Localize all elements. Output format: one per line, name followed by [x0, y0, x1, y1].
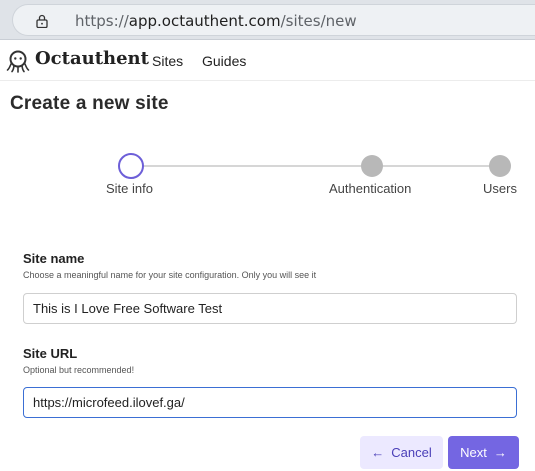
step-dot-site-info[interactable] — [118, 153, 144, 179]
url-host: app.octauthent.com — [128, 12, 281, 30]
browser-toolbar: https://app.octauthent.com/sites/new — [0, 0, 535, 40]
arrow-left-icon: ← — [371, 445, 385, 460]
site-url-help: Optional but recommended! — [23, 365, 135, 375]
stepper-connector — [372, 165, 500, 167]
step-dot-authentication[interactable] — [361, 155, 383, 177]
url-text[interactable]: https://app.octauthent.com/sites/new — [75, 12, 357, 30]
lock-icon — [36, 14, 48, 28]
step-label-authentication: Authentication — [329, 181, 412, 196]
site-name-label: Site name — [23, 251, 85, 266]
stepper-connector — [131, 165, 371, 167]
brand-name[interactable]: Octauthent — [35, 48, 149, 69]
cancel-button-label: Cancel — [391, 445, 432, 460]
nav-guides[interactable]: Guides — [202, 53, 246, 69]
address-bar[interactable]: https://app.octauthent.com/sites/new — [12, 4, 535, 36]
arrow-right-icon: → — [493, 445, 507, 460]
site-name-input[interactable] — [23, 293, 517, 324]
next-button-label: Next — [460, 445, 487, 460]
step-label-site-info: Site info — [106, 181, 153, 196]
step-dot-users[interactable] — [489, 155, 511, 177]
page-title: Create a new site — [10, 93, 169, 114]
octopus-logo-icon[interactable] — [6, 49, 30, 73]
next-button[interactable]: Next → — [448, 436, 519, 469]
url-scheme: https:// — [75, 12, 129, 30]
url-path: /sites/new — [280, 12, 357, 30]
site-url-input[interactable] — [23, 387, 517, 418]
nav-sites[interactable]: Sites — [152, 53, 183, 69]
site-name-help: Choose a meaningful name for your site c… — [23, 270, 317, 280]
step-label-users: Users — [483, 181, 517, 196]
app-header: Octauthent Sites Guides — [0, 41, 535, 81]
cancel-button[interactable]: ← Cancel — [360, 436, 443, 469]
site-url-label: Site URL — [23, 346, 78, 361]
